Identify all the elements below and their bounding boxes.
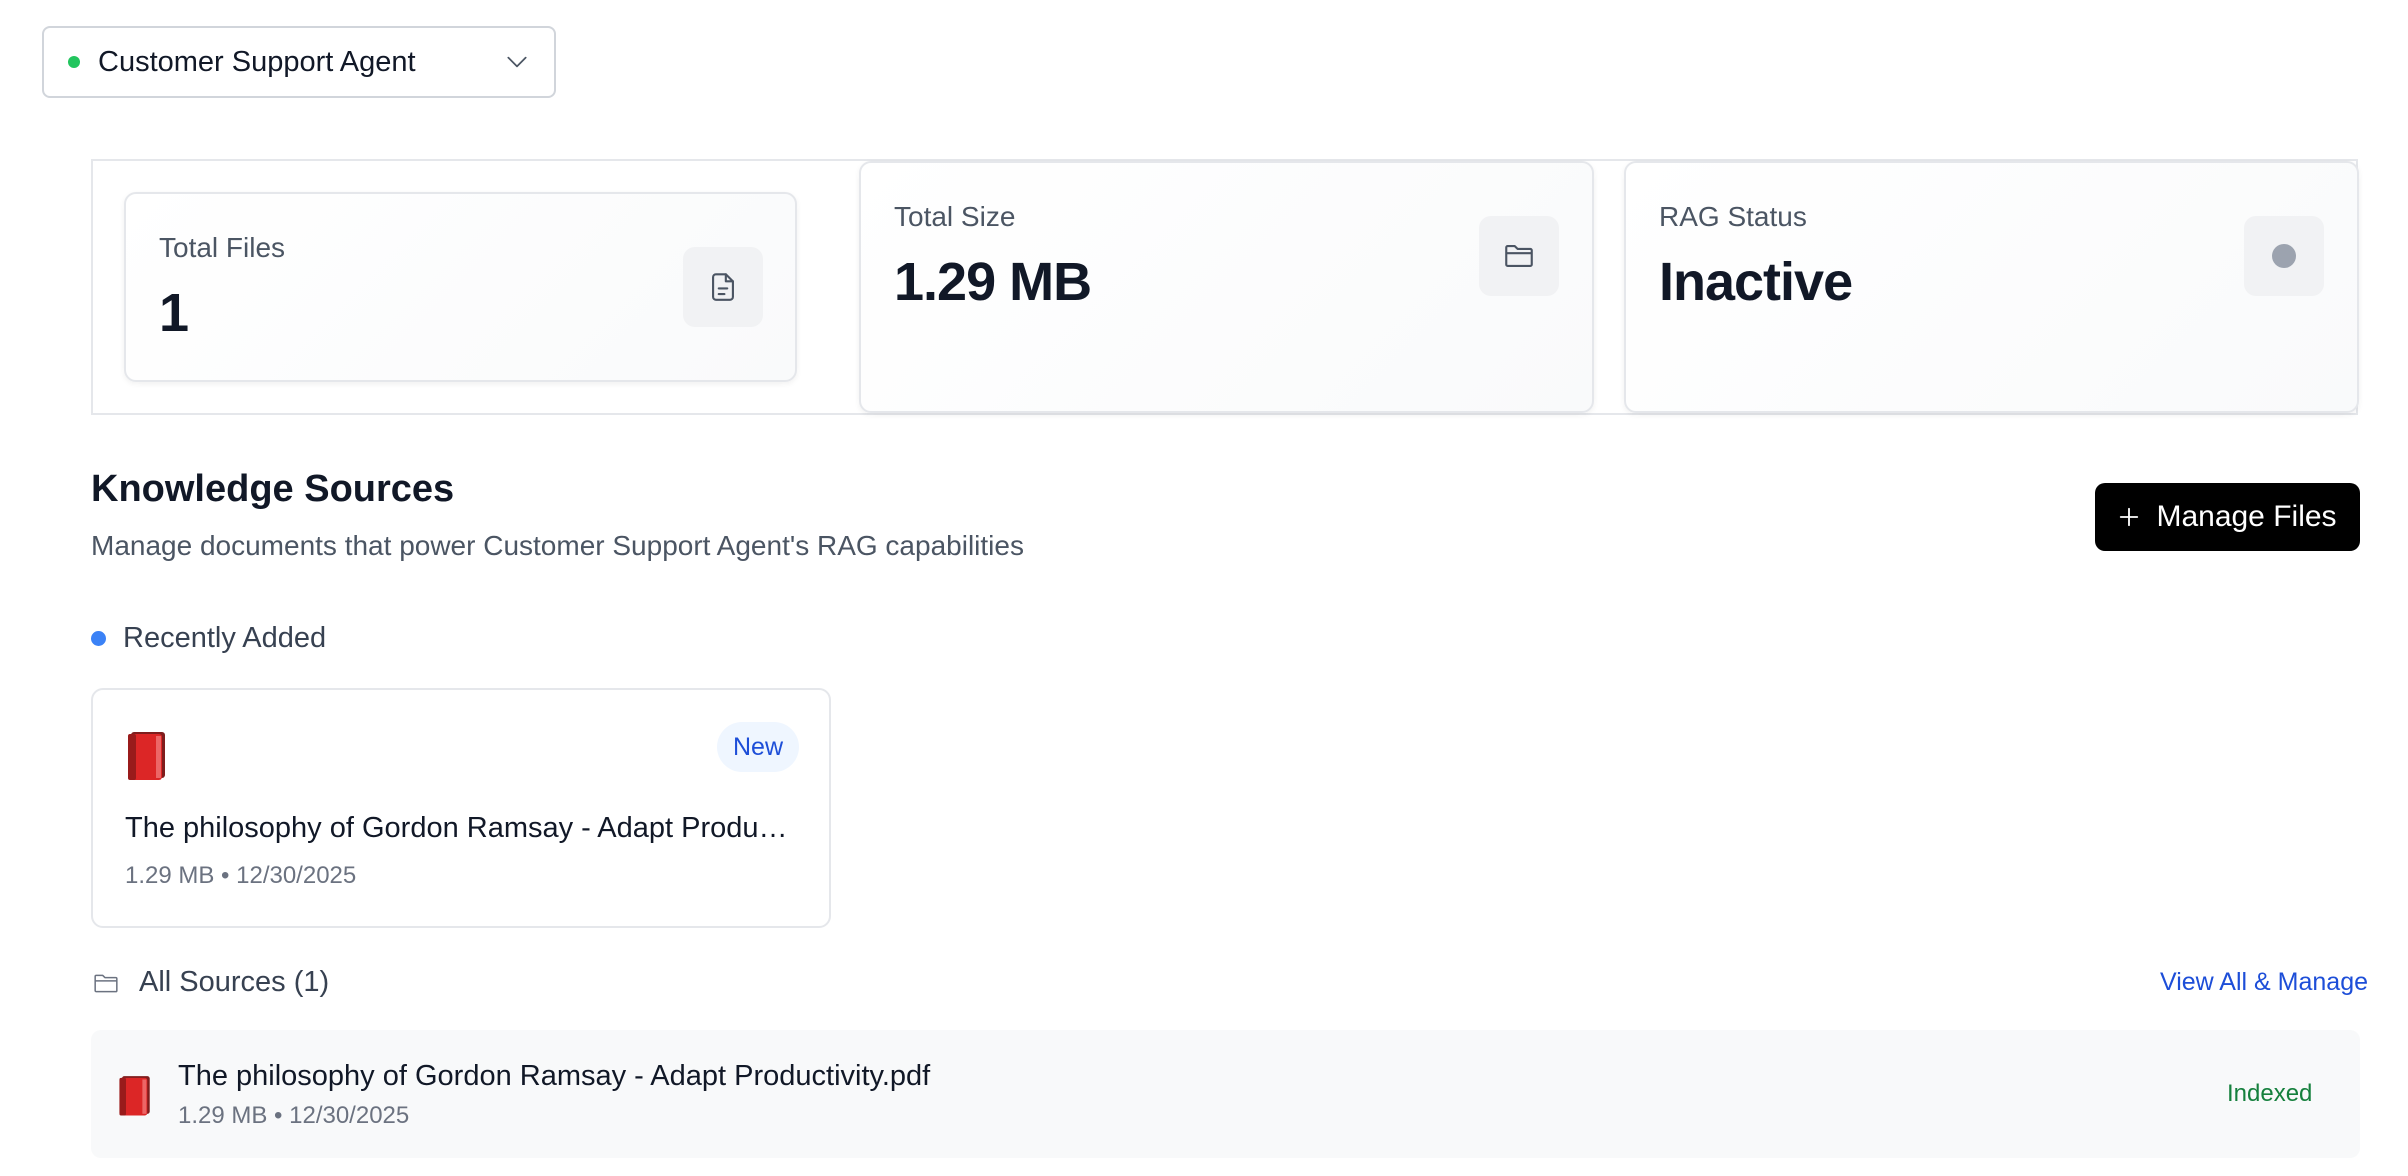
agent-name: Customer Support Agent — [98, 45, 416, 78]
recent-dot-icon — [91, 631, 106, 646]
recent-file-card[interactable]: New The philosophy of Gordon Ramsay - Ad… — [91, 688, 831, 928]
source-row[interactable]: The philosophy of Gordon Ramsay - Adapt … — [91, 1030, 2360, 1158]
stat-value: Inactive — [1659, 252, 1853, 312]
stat-card-total-size: Total Size 1.29 MB — [859, 161, 1594, 413]
manage-files-button[interactable]: Manage Files — [2095, 483, 2360, 551]
stat-value: 1.29 MB — [894, 252, 1092, 312]
folder-icon — [94, 974, 118, 992]
recently-added-heading: Recently Added — [91, 622, 326, 655]
agent-status-dot — [68, 56, 80, 68]
folder-icon — [1479, 216, 1559, 296]
view-all-manage-link[interactable]: View All & Manage — [2160, 968, 2368, 997]
file-text-icon — [683, 247, 763, 327]
section-subtitle: Manage documents that power Customer Sup… — [91, 530, 1024, 561]
stat-label: RAG Status — [1659, 201, 1807, 232]
manage-files-label: Manage Files — [2156, 500, 2337, 533]
stat-label: Total Size — [894, 201, 1016, 232]
stat-label: Total Files — [159, 232, 286, 263]
book-icon — [119, 1076, 150, 1116]
section-title: Knowledge Sources — [91, 468, 455, 510]
source-file-meta: 1.29 MB • 12/30/2025 — [178, 1102, 410, 1129]
recent-file-name: The philosophy of Gordon Ramsay - Adapt … — [125, 812, 795, 844]
source-file-name: The philosophy of Gordon Ramsay - Adapt … — [178, 1060, 931, 1092]
plus-icon — [2120, 507, 2139, 527]
stat-card-rag-status: RAG Status Inactive — [1624, 161, 2359, 413]
recently-added-label: Recently Added — [123, 622, 327, 654]
stat-value: 1 — [159, 283, 189, 343]
stat-card-total-files: Total Files 1 — [124, 192, 797, 382]
stats-section: Total Files 1 Total Size 1.29 MB RAG Sta… — [91, 159, 2359, 415]
all-sources-heading: All Sources (1) — [91, 966, 329, 999]
new-badge: New — [717, 722, 799, 772]
all-sources-label: All Sources (1) — [139, 966, 330, 998]
recent-file-meta: 1.29 MB • 12/30/2025 — [125, 862, 357, 889]
book-icon — [128, 732, 165, 780]
chevron-down-icon — [507, 56, 527, 68]
status-dot-icon — [2244, 216, 2324, 296]
agent-selector[interactable]: Customer Support Agent — [42, 26, 556, 98]
indexed-status-badge: Indexed — [2227, 1080, 2313, 1107]
